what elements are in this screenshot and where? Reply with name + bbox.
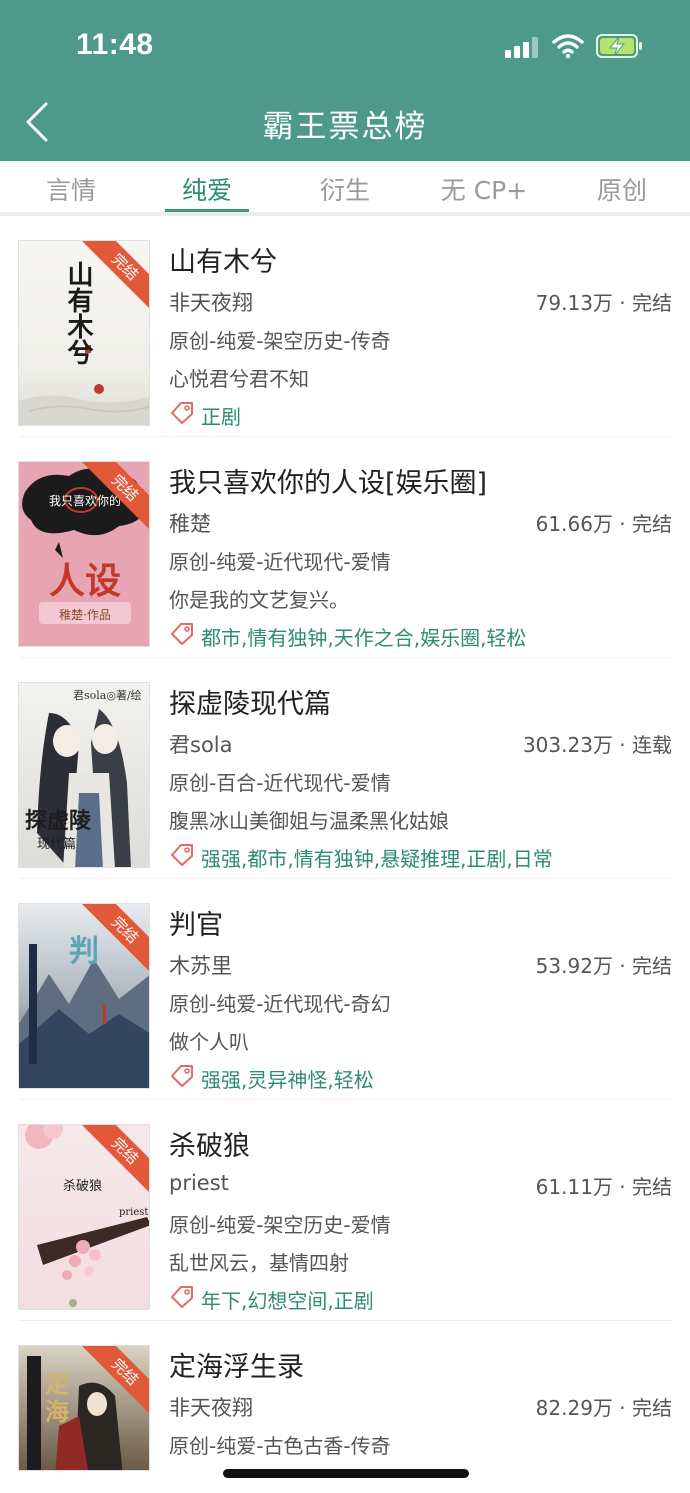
book-author: priest: [169, 1171, 229, 1195]
book-category: 原创-纯爱-架空历史-爱情: [169, 1213, 391, 1237]
book-item[interactable]: 我只喜欢你的 人设 稚楚·作品 完结 我只喜欢你的人设[娱乐圈] 稚楚 61.6…: [0, 437, 690, 658]
book-stats: 61.11万 · 完结: [535, 1175, 672, 1199]
book-title: 杀破狼: [169, 1131, 250, 1162]
cover-author: priest: [119, 1207, 149, 1218]
book-item[interactable]: 定海 完结 定海浮生录 非天夜翔 82.29万 · 完结 原创-纯爱-古色古香-…: [0, 1321, 690, 1471]
cover-author: 君sola◎著/绘: [73, 689, 142, 702]
book-title: 我只喜欢你的人设[娱乐圈]: [169, 468, 488, 499]
tab-yansheng[interactable]: 衍生: [310, 171, 380, 207]
tags-text: 年下,幻想空间,正剧: [201, 1289, 374, 1313]
book-author: 稚楚: [169, 512, 211, 536]
book-title: 探虚陵现代篇: [169, 689, 331, 720]
book-item[interactable]: 君sola◎著/绘 探虚陵 现代篇 探虚陵现代篇 君sola 303.23万 ·…: [0, 658, 690, 879]
status-time: 11:48: [76, 28, 154, 61]
tag-icon: [171, 844, 193, 866]
category-tabs: 言情 纯爱 衍生 无 CP+ 原创: [0, 161, 690, 213]
cover-author: 稚楚·作品: [59, 608, 111, 622]
book-stats: 82.29万 · 完结: [535, 1396, 672, 1420]
book-category: 原创-百合-近代现代-爱情: [169, 771, 391, 795]
cover-title: 定海: [45, 1369, 69, 1426]
wifi-icon: [552, 34, 584, 59]
cover-title: 人设: [49, 560, 122, 602]
book-item[interactable]: 山有木兮 完结 山有木兮 非天夜翔 79.13万 · 完结 原创-纯爱-架空历史…: [0, 216, 690, 437]
tags-text: 正剧: [201, 405, 241, 429]
tab-yanqing[interactable]: 言情: [36, 171, 106, 207]
cover-title: 探虚陵: [25, 808, 92, 834]
tab-chunai[interactable]: 纯爱: [172, 171, 242, 207]
tag-icon: [171, 623, 193, 645]
tab-no-cp[interactable]: 无 CP+: [430, 171, 538, 207]
book-stats: 61.66万 · 完结: [535, 512, 672, 536]
book-title: 判官: [169, 910, 223, 941]
cover-subtitle: 现代篇: [37, 837, 77, 852]
tag-icon: [171, 402, 193, 424]
book-intro: 乱世风云，基情四射: [169, 1251, 349, 1275]
book-intro: 心悦君兮君不知: [169, 367, 309, 391]
book-category: 原创-纯爱-架空历史-传奇: [169, 329, 391, 353]
book-author: 木苏里: [169, 954, 232, 978]
battery-charging-icon: [596, 34, 642, 58]
book-intro: 腹黑冰山美御姐与温柔黑化姑娘: [169, 809, 449, 833]
tag-icon: [171, 1286, 193, 1308]
home-indicator[interactable]: [223, 1469, 469, 1478]
book-title: 定海浮生录: [169, 1352, 304, 1383]
cover-title: 杀破狼: [63, 1179, 103, 1194]
cover-title: 判: [69, 934, 99, 969]
book-category: 原创-纯爱-近代现代-奇幻: [169, 992, 391, 1016]
book-cover: 判 完结: [18, 903, 150, 1089]
book-author: 非天夜翔: [169, 291, 253, 315]
book-cover: 我只喜欢你的 人设 稚楚·作品 完结: [18, 461, 150, 647]
signal-icon: [505, 36, 541, 58]
cover-title: 山有木兮: [63, 261, 93, 365]
book-stats: 79.13万 · 完结: [535, 291, 672, 315]
book-cover: 定海 完结: [18, 1345, 150, 1471]
book-cover: 山有木兮 完结: [18, 240, 150, 426]
page-title: 霸王票总榜: [262, 109, 428, 145]
tags-text: 都市,情有独钟,天作之合,娱乐圈,轻松: [201, 626, 527, 650]
tags-text: 强强,都市,情有独钟,悬疑推理,正剧,日常: [201, 847, 553, 871]
book-item[interactable]: 杀破狼 priest 完结 杀破狼 priest 61.11万 · 完结 原创-…: [0, 1100, 690, 1321]
book-author: 君sola: [169, 733, 233, 757]
book-stats: 53.92万 · 完结: [535, 954, 672, 978]
book-title: 山有木兮: [169, 247, 277, 278]
app-header: 11:48 霸王票总榜: [0, 0, 690, 161]
book-intro: 做个人叭: [169, 1030, 249, 1054]
book-cover: 君sola◎著/绘 探虚陵 现代篇: [18, 682, 150, 868]
book-author: 非天夜翔: [169, 1396, 253, 1420]
tab-yuanchuang[interactable]: 原创: [587, 171, 657, 207]
book-item[interactable]: 判 完结 判官 木苏里 53.92万 · 完结 原创-纯爱-近代现代-奇幻 做个…: [0, 879, 690, 1100]
book-cover: 杀破狼 priest 完结: [18, 1124, 150, 1310]
book-intro: 你是我的文艺复兴。: [169, 588, 349, 612]
tags-text: 强强,灵异神怪,轻松: [201, 1068, 374, 1092]
book-category: 原创-纯爱-近代现代-爱情: [169, 550, 391, 574]
book-category: 原创-纯爱-古色古香-传奇: [169, 1434, 391, 1458]
tag-icon: [171, 1065, 193, 1087]
book-stats: 303.23万 · 连载: [522, 733, 672, 757]
